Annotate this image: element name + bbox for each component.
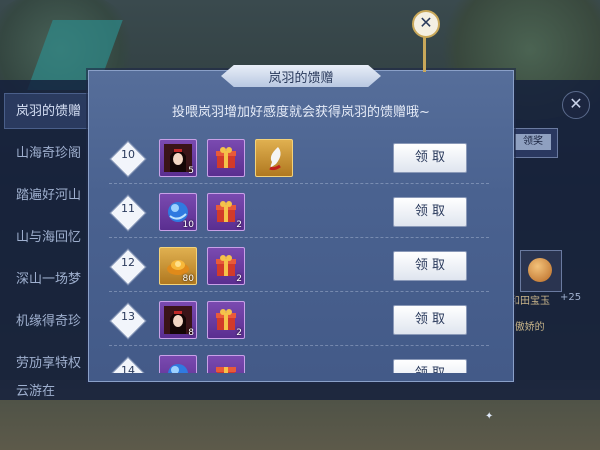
popup-subtitle: 投喂岚羽增加好感度就会获得岚羽的馈赠哦~ [172, 105, 430, 120]
item-slot[interactable]: 2 [207, 193, 245, 231]
item-count: 2 [236, 328, 242, 338]
close-button-tassel [423, 36, 426, 72]
item-slot[interactable]: 2 [207, 301, 245, 339]
reward-list[interactable]: 10 5 领 取 11 10 2 领 取 12 80 2 领 取 13 8 2 … [109, 133, 489, 373]
gift-box-icon [216, 367, 236, 373]
claim-reward-button[interactable]: 领奖 [515, 134, 551, 150]
reward-row: 12 80 2 领 取 [109, 241, 489, 292]
reward-row: 11 10 2 领 取 [109, 187, 489, 238]
sidebar-item-lanyu-gift[interactable]: 岚羽的馈赠 [16, 100, 81, 119]
sidebar-item-rare-treasure[interactable]: 机缘得奇珍 [16, 310, 81, 329]
sidebar-item-memories[interactable]: 山与海回忆 [16, 226, 81, 245]
level-number: 12 [121, 256, 135, 269]
jade-icon [528, 258, 552, 282]
feather-icon [269, 147, 281, 171]
item-slot[interactable] [207, 355, 245, 373]
item-slot[interactable]: 5 [159, 139, 197, 177]
blue-orb-icon [168, 364, 188, 373]
reward-row: 13 8 2 领 取 [109, 295, 489, 346]
item-count: 8 [188, 328, 194, 338]
item-slot[interactable]: 2 [207, 247, 245, 285]
gift-box-icon [216, 147, 236, 168]
item-count: 2 [236, 220, 242, 230]
item-slot[interactable]: 8 [159, 301, 197, 339]
item-count: 2 [236, 274, 242, 284]
sparkle-decoration-icon: ✦ [485, 411, 494, 422]
item-slot[interactable] [207, 139, 245, 177]
claim-button[interactable]: 领 取 [393, 143, 467, 173]
claim-button[interactable]: 领 取 [393, 305, 467, 335]
item-name-label: 和田宝玉 [510, 296, 550, 307]
panel-close-button[interactable]: ✕ [562, 91, 590, 119]
popup-close-button[interactable]: ✕ [412, 10, 440, 38]
sidebar-item-privilege[interactable]: 劳劢享特权 [16, 352, 81, 371]
claim-button[interactable]: 领 取 [393, 197, 467, 227]
item-desc-label: "傲娇的 [510, 322, 545, 333]
item-slot[interactable]: 80 [159, 247, 197, 285]
level-number: 13 [121, 310, 135, 323]
reward-row: 14 领 取 [109, 349, 489, 373]
item-slot[interactable] [255, 139, 293, 177]
level-number: 10 [121, 148, 135, 161]
sidebar-item-wander[interactable]: 云游在 [16, 380, 55, 399]
level-number: 11 [121, 202, 135, 215]
popup-title: 岚羽的馈赠 [268, 71, 334, 86]
item-bonus-label: +25 [560, 292, 582, 303]
gift-popup: 岚羽的馈赠 投喂岚羽增加好感度就会获得岚羽的馈赠哦~ 10 5 领 取 11 1… [88, 65, 514, 422]
level-number: 14 [121, 364, 135, 373]
popup-title-bar: 岚羽的馈赠 [221, 65, 381, 87]
sidebar-item-dream[interactable]: 深山一场梦 [16, 268, 81, 287]
item-slot[interactable]: 10 [159, 193, 197, 231]
claim-button[interactable]: 领 取 [393, 251, 467, 281]
claim-button[interactable]: 领 取 [393, 359, 467, 373]
item-count: 80 [182, 274, 194, 284]
reward-row: 10 5 领 取 [109, 133, 489, 184]
item-slot[interactable] [159, 355, 197, 373]
sidebar-item-travel[interactable]: 踏遍好河山 [16, 184, 81, 203]
sidebar-item-treasure-pavilion[interactable]: 山海奇珍阁 [16, 142, 81, 161]
item-count: 10 [182, 220, 194, 230]
item-count: 5 [188, 166, 194, 176]
